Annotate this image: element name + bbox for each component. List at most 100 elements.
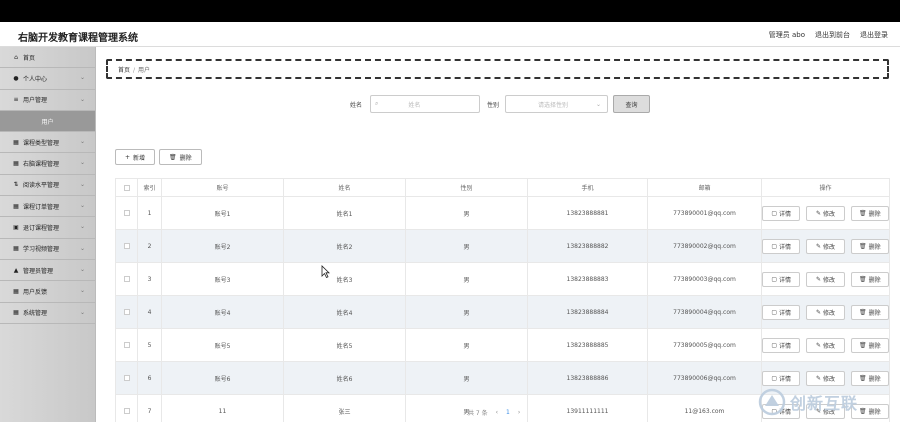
cell-name: 姓名2: [283, 229, 406, 263]
next-page-button[interactable]: ›: [518, 409, 520, 416]
edit-button-label: 修改: [823, 210, 836, 218]
edit-button[interactable]: ✎ 修改: [806, 205, 845, 221]
pagination: 共 7 条 ‹ 1 ›: [468, 408, 520, 417]
row-checkbox[interactable]: [123, 375, 130, 381]
row-select-cell[interactable]: [115, 295, 138, 329]
edit-button[interactable]: ✎ 修改: [806, 271, 845, 287]
cell-index: 4: [137, 295, 162, 329]
cell-index: 6: [137, 361, 162, 395]
front-link[interactable]: 退出到前台: [815, 30, 850, 40]
edit-button[interactable]: ✎ 修改: [806, 370, 845, 386]
sidebar-item[interactable]: ▦ 课程订单管理 ⌄: [0, 196, 95, 218]
row-select-cell[interactable]: [115, 361, 138, 395]
sidebar-item[interactable]: ▲ 管理员管理 ⌄: [0, 260, 95, 282]
mouse-pointer-icon: [321, 265, 330, 278]
delete-button[interactable]: 🗑 删除: [850, 238, 889, 254]
detail-button[interactable]: ▢ 详情: [762, 238, 801, 254]
delete-button-label: 删除: [868, 375, 881, 383]
detail-button[interactable]: ▢ 详情: [762, 205, 801, 221]
row-select-cell[interactable]: [115, 328, 138, 362]
logout-link[interactable]: 退出登录: [860, 30, 888, 40]
page-number-current[interactable]: 1: [506, 409, 510, 416]
app-window: 右脑开发教育课程管理系统 管理员 abo 退出到前台 退出登录 ⌂ 首页 ● 个人中心…: [0, 22, 900, 422]
prev-page-button[interactable]: ‹: [496, 409, 498, 416]
edit-button[interactable]: ✎ 修改: [806, 238, 845, 254]
delete-button[interactable]: 🗑 删除: [850, 205, 889, 221]
grid-icon: ▦: [13, 160, 19, 168]
sidebar-item-label: 课程订单管理: [23, 203, 60, 211]
edit-button-label: 修改: [823, 375, 836, 383]
sidebar-item[interactable]: ▦ 右脑课程管理 ⌄: [0, 153, 95, 175]
row-checkbox[interactable]: [123, 276, 130, 282]
sidebar-item[interactable]: ▦ 课程类型管理 ⌄: [0, 132, 95, 154]
sidebar-item-label: 用户反馈: [23, 288, 48, 296]
row-checkbox[interactable]: [123, 243, 130, 249]
delete-button[interactable]: 🗑 删除: [850, 271, 889, 287]
sidebar-item[interactable]: ▦ 用户反馈 ⌄: [0, 281, 95, 303]
user-icon: ●: [13, 74, 19, 82]
row-select-cell[interactable]: [115, 229, 138, 263]
grid-icon: ▦: [13, 245, 19, 253]
gender-select[interactable]: 请选择性别 ⌄: [505, 95, 608, 113]
watermark-text: 创新互联: [790, 394, 859, 413]
name-search-input[interactable]: ⌕ 姓名: [370, 95, 480, 113]
trash-icon: 🗑: [169, 153, 177, 161]
breadcrumb-home[interactable]: 首页: [118, 67, 130, 74]
row-checkbox[interactable]: [123, 309, 130, 315]
sidebar-item[interactable]: ⇅ 阅读水平管理 ⌄: [0, 175, 95, 197]
cell-gender: 男: [405, 295, 528, 329]
detail-button[interactable]: ▢ 详情: [762, 304, 801, 320]
edit-icon: ✎: [815, 308, 821, 316]
row-select-cell[interactable]: [115, 394, 138, 422]
row-checkbox[interactable]: [123, 408, 130, 414]
sidebar-item[interactable]: ● 个人中心 ⌄: [0, 68, 95, 90]
sidebar-item[interactable]: ▦ 系统管理 ⌄: [0, 303, 95, 324]
trash-icon: 🗑: [859, 374, 867, 382]
table-row: 4 账号4 姓名4 男 13823888884 773890004@qq.com ▢ 详情 ✎ 修…: [115, 295, 890, 329]
sidebar-item[interactable]: ≡ 用户管理 ⌄: [0, 90, 95, 111]
cell-account: 账号3: [161, 262, 284, 296]
cell-phone: 13911111111: [527, 394, 648, 422]
query-button[interactable]: 查询: [613, 95, 650, 113]
pagination-total: 共 7 条: [468, 410, 488, 417]
sidebar-subitem-user[interactable]: 用户: [0, 110, 95, 133]
delete-button[interactable]: 🗑 删除: [850, 337, 889, 353]
sidebar-item[interactable]: ⌂ 首页: [0, 47, 95, 69]
select-all-checkbox[interactable]: [123, 184, 130, 191]
edit-button[interactable]: ✎ 修改: [806, 304, 845, 320]
cell-index: 7: [137, 394, 162, 422]
add-button-label: 新增: [133, 154, 146, 162]
delete-button[interactable]: 🗑 删除: [850, 304, 889, 320]
cell-index: 5: [137, 328, 162, 362]
breadcrumb-separator: /: [133, 67, 136, 74]
row-select-cell[interactable]: [115, 196, 138, 230]
sidebar-item[interactable]: ▦ 学习视频管理 ⌄: [0, 239, 95, 260]
detail-button[interactable]: ▢ 详情: [762, 337, 801, 353]
cell-index: 3: [137, 262, 162, 296]
top-bar: 右脑开发教育课程管理系统 管理员 abo 退出到前台 退出登录: [0, 22, 900, 47]
detail-button-label: 详情: [778, 276, 791, 284]
cell-email: 773890004@qq.com: [647, 295, 762, 329]
delete-button-label: 删除: [868, 276, 881, 284]
cell-name: 姓名5: [283, 328, 406, 362]
row-select-cell[interactable]: [115, 262, 138, 296]
app-title: 右脑开发教育课程管理系统: [18, 33, 138, 44]
sidebar-item[interactable]: ▣ 退订课程管理 ⌄: [0, 217, 95, 239]
batch-delete-button[interactable]: 🗑 删除: [159, 149, 202, 165]
cell-actions: ▢ 详情 ✎ 修改 🗑 删除: [761, 262, 890, 296]
grid-icon: ▦: [13, 138, 19, 146]
delete-button[interactable]: 🗑 删除: [850, 370, 889, 386]
watermark-logo-icon: [758, 388, 786, 416]
sidebar-item-label: 学习视频管理: [23, 246, 60, 254]
detail-button-label: 详情: [778, 342, 791, 350]
row-checkbox[interactable]: [123, 342, 130, 348]
chevron-down-icon: ⌄: [595, 100, 601, 108]
detail-button[interactable]: ▢ 详情: [762, 370, 801, 386]
row-checkbox[interactable]: [123, 210, 130, 216]
table-row: 1 账号1 姓名1 男 13823888881 773890001@qq.com ▢ 详情 ✎ 修…: [115, 196, 890, 230]
top-actions: 管理员 abo 退出到前台 退出登录: [769, 30, 888, 40]
edit-button[interactable]: ✎ 修改: [806, 337, 845, 353]
detail-button[interactable]: ▢ 详情: [762, 271, 801, 287]
add-button[interactable]: + 新增: [115, 149, 156, 165]
select-all-header[interactable]: [115, 178, 138, 197]
